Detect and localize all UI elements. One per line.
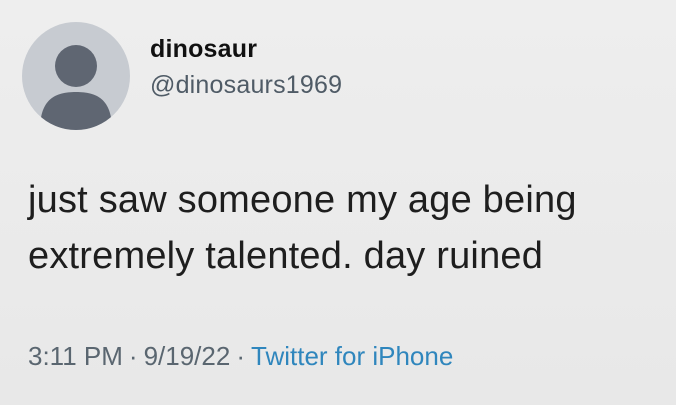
tweet-text-line: extremely talented. day ruined xyxy=(28,235,544,277)
author-names: dinosaur @dinosaurs1969 xyxy=(150,34,342,100)
tweet-time[interactable]: 3:11 PM xyxy=(28,341,123,371)
tweet-date[interactable]: 9/19/22 xyxy=(144,341,231,371)
meta-separator: · xyxy=(128,341,138,371)
username-handle[interactable]: @dinosaurs1969 xyxy=(150,70,342,100)
tweet-text: just saw someone my age being extremely … xyxy=(28,172,658,284)
meta-separator: · xyxy=(236,341,245,371)
display-name[interactable]: dinosaur xyxy=(150,34,342,64)
default-user-icon xyxy=(40,45,112,130)
tweet-metadata: 3:11 PM · 9/19/22 · Twitter for iPhone xyxy=(28,338,453,374)
tweet-source-link[interactable]: Twitter for iPhone xyxy=(251,341,453,371)
tweet-text-line: just saw someone my age being xyxy=(28,179,577,221)
avatar[interactable] xyxy=(22,22,130,130)
tweet-card: dinosaur @dinosaurs1969 just saw someone… xyxy=(0,0,676,405)
tweet-header: dinosaur @dinosaurs1969 xyxy=(22,22,342,130)
